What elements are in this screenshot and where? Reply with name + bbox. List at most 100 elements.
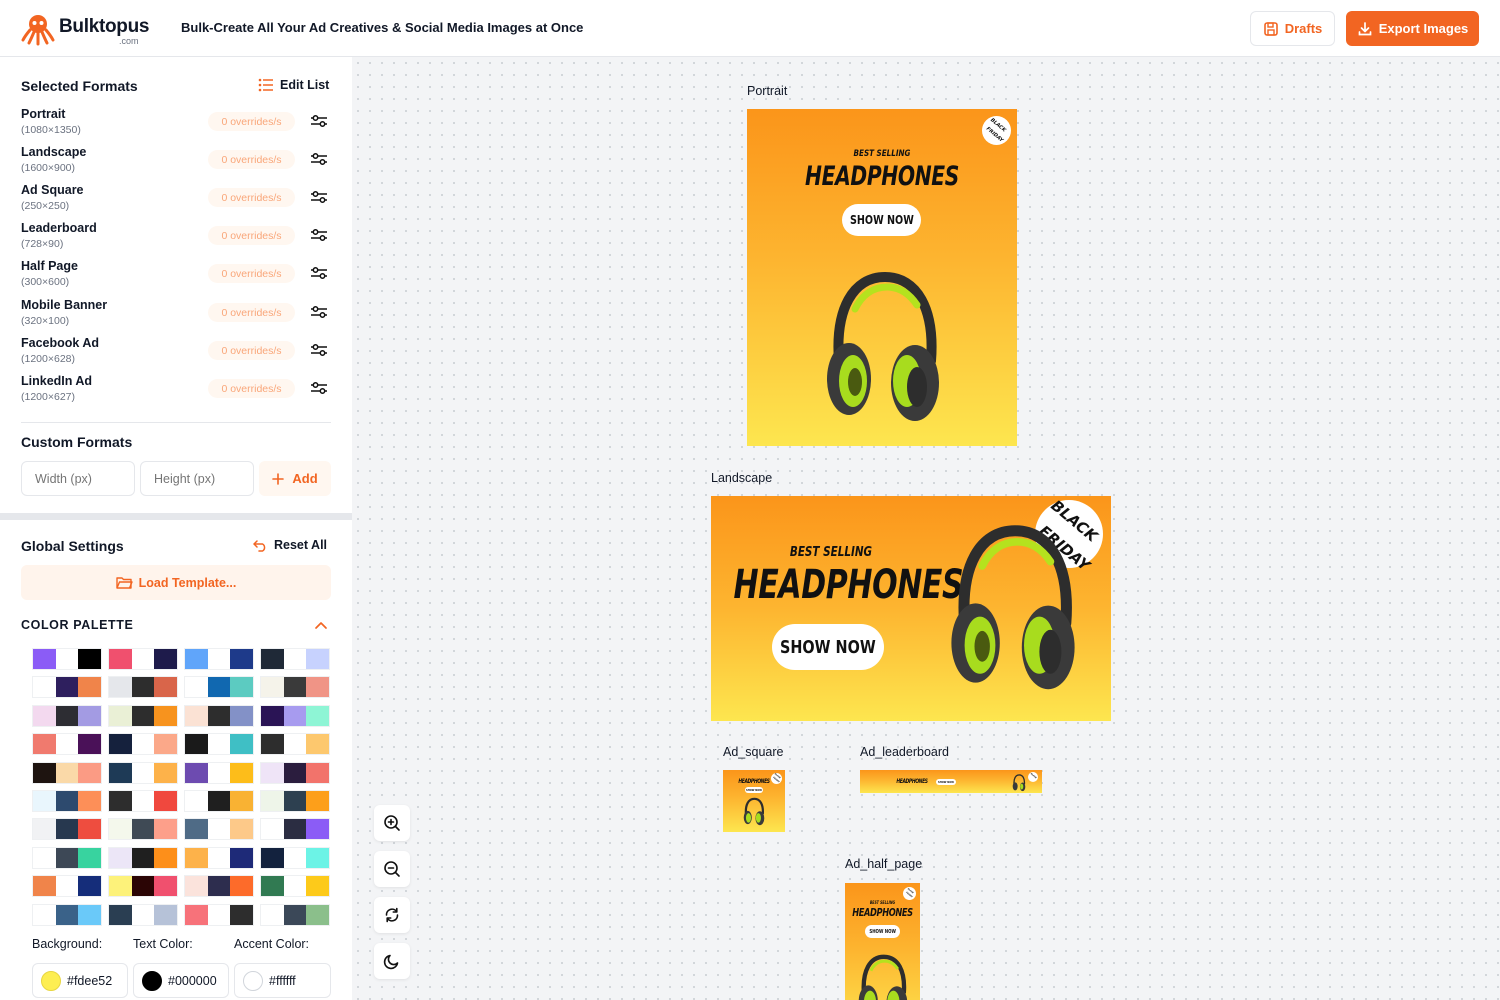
dark-mode-toggle[interactable]: [374, 943, 410, 979]
palette-option[interactable]: [260, 875, 330, 898]
format-row[interactable]: Ad Square (250×250) 0 overrides/s: [21, 183, 331, 217]
palette-option[interactable]: [32, 875, 102, 898]
format-name: Ad Square: [21, 183, 84, 197]
width-input[interactable]: [21, 461, 135, 496]
format-row[interactable]: Half Page (300×600) 0 overrides/s: [21, 259, 331, 293]
palette-color-swatch: [283, 677, 307, 698]
palette-option[interactable]: [32, 818, 102, 841]
palette-option[interactable]: [184, 704, 254, 727]
palette-option[interactable]: [260, 733, 330, 756]
edit-list-button[interactable]: Edit List: [258, 78, 329, 92]
accent-color-swatch[interactable]: [243, 970, 263, 991]
palette-option[interactable]: [184, 818, 254, 841]
palette-option[interactable]: [260, 790, 330, 812]
palette-option[interactable]: [260, 676, 330, 699]
text-color-swatch[interactable]: [142, 970, 162, 991]
palette-option[interactable]: [260, 761, 330, 784]
background-color-field[interactable]: #fdee52: [32, 963, 128, 998]
palette-option[interactable]: [184, 903, 254, 926]
format-dimensions: (728×90): [21, 238, 64, 250]
logo[interactable]: Bulktopus .com: [21, 12, 151, 48]
selected-formats-title: Selected Formats: [21, 78, 138, 94]
settings-sliders-icon[interactable]: [310, 227, 328, 243]
settings-sliders-icon[interactable]: [310, 151, 328, 167]
landscape-preview[interactable]: BLACK FRIDAY BEST SELLING HEADPHONES SHOW…: [711, 496, 1111, 721]
palette-color-swatch: [55, 734, 79, 755]
ad-half-page-preview[interactable]: BLACK FRIDAY BEST SELLING HEADPHONES SHOW…: [845, 883, 920, 1000]
palette-option[interactable]: [32, 648, 102, 670]
palette-option[interactable]: [184, 676, 254, 699]
palette-color-swatch: [78, 904, 102, 925]
palette-option[interactable]: [260, 648, 330, 670]
portrait-label: Portrait: [747, 84, 788, 98]
reset-all-button[interactable]: Reset All: [253, 538, 327, 552]
height-input[interactable]: [140, 461, 254, 496]
palette-option[interactable]: [32, 903, 102, 926]
add-format-button[interactable]: Add: [259, 461, 331, 496]
palette-option[interactable]: [260, 903, 330, 926]
zoom-out-button[interactable]: [374, 851, 410, 887]
overrides-badge[interactable]: 0 overrides/s: [208, 188, 295, 207]
format-row[interactable]: Facebook Ad (1200×628) 0 overrides/s: [21, 336, 331, 370]
shop-now-label: SHOW NOW: [746, 788, 762, 792]
palette-option[interactable]: [108, 676, 178, 699]
palette-option[interactable]: [108, 903, 178, 926]
format-row[interactable]: Leaderboard (728×90) 0 overrides/s: [21, 221, 331, 255]
portrait-preview[interactable]: BLACK FRIDAY BEST SELLING HEADPHONES SHOW…: [747, 109, 1017, 446]
format-row[interactable]: Mobile Banner (320×100) 0 overrides/s: [21, 298, 331, 332]
zoom-in-button[interactable]: [374, 805, 410, 841]
palette-option[interactable]: [32, 846, 102, 869]
overrides-badge[interactable]: 0 overrides/s: [208, 341, 295, 360]
settings-sliders-icon[interactable]: [310, 342, 328, 358]
palette-option[interactable]: [260, 704, 330, 727]
palette-option[interactable]: [260, 818, 330, 841]
text-color-field[interactable]: #000000: [133, 963, 229, 998]
palette-option[interactable]: [108, 761, 178, 784]
background-value: #fdee52: [67, 973, 113, 988]
format-row[interactable]: Portrait (1080×1350) 0 overrides/s: [21, 107, 331, 141]
overrides-badge[interactable]: 0 overrides/s: [208, 150, 295, 169]
palette-option[interactable]: [108, 818, 178, 841]
accent-color-field[interactable]: #ffffff: [234, 963, 331, 998]
overrides-badge[interactable]: 0 overrides/s: [208, 264, 295, 283]
text-color-value: #000000: [168, 973, 217, 988]
background-swatch[interactable]: [41, 970, 61, 991]
overrides-badge[interactable]: 0 overrides/s: [208, 112, 295, 131]
load-template-button[interactable]: Load Template...: [21, 565, 331, 600]
format-row[interactable]: LinkedIn Ad (1200×627) 0 overrides/s: [21, 374, 331, 408]
palette-option[interactable]: [108, 648, 178, 670]
palette-option[interactable]: [32, 761, 102, 784]
palette-option[interactable]: [184, 648, 254, 670]
palette-option[interactable]: [260, 846, 330, 869]
palette-option[interactable]: [32, 790, 102, 812]
settings-sliders-icon[interactable]: [310, 380, 328, 396]
palette-option[interactable]: [108, 846, 178, 869]
overrides-badge[interactable]: 0 overrides/s: [208, 226, 295, 245]
palette-option[interactable]: [108, 790, 178, 812]
overrides-badge[interactable]: 0 overrides/s: [208, 303, 295, 322]
ad-square-preview[interactable]: BLACK FRIDAY HEADPHONES SHOW NOW: [723, 770, 785, 832]
palette-option[interactable]: [184, 761, 254, 784]
reset-zoom-button[interactable]: [374, 897, 410, 933]
settings-sliders-icon[interactable]: [310, 304, 328, 320]
palette-option[interactable]: [32, 704, 102, 727]
settings-sliders-icon[interactable]: [310, 265, 328, 281]
settings-sliders-icon[interactable]: [310, 189, 328, 205]
palette-option[interactable]: [108, 733, 178, 756]
settings-sliders-icon[interactable]: [310, 113, 328, 129]
export-images-button[interactable]: Export Images: [1346, 11, 1479, 46]
palette-option[interactable]: [108, 875, 178, 898]
palette-option[interactable]: [184, 733, 254, 756]
palette-option[interactable]: [108, 704, 178, 727]
palette-option[interactable]: [184, 846, 254, 869]
palette-option[interactable]: [32, 733, 102, 756]
palette-option[interactable]: [32, 676, 102, 699]
overrides-badge[interactable]: 0 overrides/s: [208, 379, 295, 398]
drafts-button[interactable]: Drafts: [1250, 11, 1335, 46]
format-row[interactable]: Landscape (1600×900) 0 overrides/s: [21, 145, 331, 179]
ad-leaderboard-preview[interactable]: HEADPHONES SHOW NOW BLACK: [860, 770, 1042, 793]
preview-canvas[interactable]: Portrait BLACK FRIDAY BEST SELLING HEADPH…: [352, 57, 1500, 1000]
palette-option[interactable]: [184, 875, 254, 898]
palette-option[interactable]: [184, 790, 254, 812]
chevron-up-icon[interactable]: [314, 619, 328, 631]
